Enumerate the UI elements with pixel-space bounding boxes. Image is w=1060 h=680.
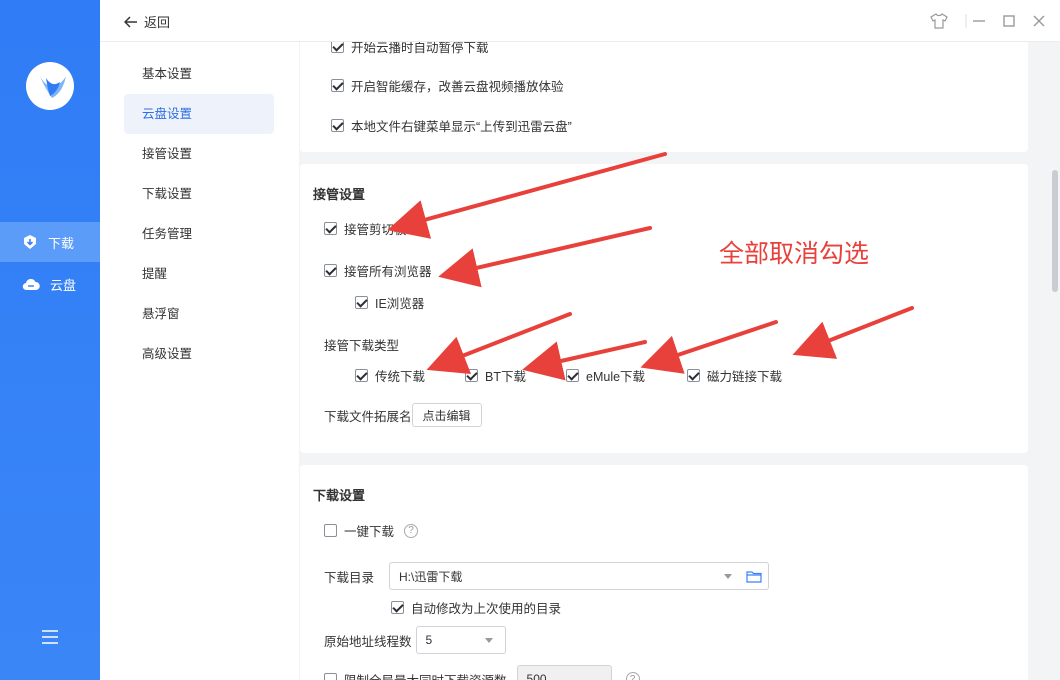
nav-item-tasks[interactable]: 任务管理 — [124, 214, 274, 254]
rail-item-label: 下载 — [48, 235, 75, 251]
annotation-text: 全部取消勾选 — [719, 239, 870, 268]
file-extension-label: 下载文件拓展名 — [324, 409, 412, 424]
checkbox[interactable] — [331, 119, 344, 132]
checkbox[interactable] — [687, 369, 700, 382]
checkbox[interactable] — [324, 222, 337, 235]
nav-item-basic[interactable]: 基本设置 — [124, 54, 274, 94]
option-type-traditional[interactable]: 传统下载 — [355, 366, 425, 385]
option-type-bt[interactable]: BT下载 — [465, 366, 526, 385]
download-dir-value: H:\迅雷下载 — [399, 569, 463, 584]
folder-icon[interactable] — [746, 570, 762, 583]
download-dir-row: 下载目录 H:\迅雷下载 — [324, 562, 770, 590]
option-label: eMule下载 — [586, 370, 646, 384]
option-ie-browser[interactable]: IE浏览器 — [355, 293, 424, 312]
nav-item-takeover[interactable]: 接管设置 — [124, 134, 274, 174]
takeover-settings-card: 接管设置 接管剪切板 接管所有浏览器 IE浏览器 接管下载类型 传统下载 BT下… — [300, 164, 1028, 453]
option-label: BT下载 — [485, 370, 526, 384]
settings-content: 开始云播时自动暂停下载 开启智能缓存，改善云盘视频播放体验 本地文件右键菜单显示… — [299, 42, 1050, 680]
checkbox[interactable] — [355, 369, 368, 382]
back-label: 返回 — [144, 15, 171, 30]
checkbox[interactable] — [391, 601, 404, 614]
menu-icon[interactable] — [41, 629, 59, 645]
help-icon[interactable]: ? — [404, 523, 419, 538]
threads-select[interactable]: 5 — [415, 626, 506, 654]
checkbox[interactable] — [324, 264, 337, 277]
nav-item-advanced[interactable]: 高级设置 — [124, 334, 274, 374]
option-label: 接管所有浏览器 — [344, 265, 432, 279]
option-all-browsers[interactable]: 接管所有浏览器 — [324, 261, 432, 280]
rail-item-label: 云盘 — [50, 277, 77, 293]
nav-item-cloud[interactable]: 云盘设置 — [124, 94, 274, 134]
download-icon — [24, 235, 36, 249]
skin-icon[interactable] — [929, 11, 949, 31]
download-dir-label: 下载目录 — [324, 570, 375, 585]
nav-item-reminder[interactable]: 提醒 — [124, 254, 274, 294]
scrollbar[interactable] — [1052, 170, 1058, 292]
left-rail: 下载 云盘 — [0, 0, 100, 680]
option-clipboard[interactable]: 接管剪切板 — [324, 219, 407, 238]
close-icon[interactable] — [1029, 11, 1049, 31]
rail-item-download[interactable]: 下载 — [0, 222, 100, 262]
option-type-magnet[interactable]: 磁力链接下载 — [687, 366, 782, 385]
nav-item-download[interactable]: 下载设置 — [124, 174, 274, 214]
file-extension-row: 下载文件拓展名 点击编辑 — [324, 403, 482, 427]
app-logo — [26, 62, 74, 110]
help-icon[interactable]: ? — [625, 672, 640, 680]
threads-label: 原始地址线程数 — [324, 634, 412, 649]
checkbox[interactable] — [331, 42, 344, 53]
option-label: 磁力链接下载 — [707, 370, 783, 384]
download-types-label: 接管下载类型 — [324, 339, 400, 353]
option-one-click[interactable]: 一键下载 ? — [324, 521, 419, 540]
checkbox[interactable] — [331, 79, 344, 92]
option-label: 限制全局最大同时下载资源数 — [344, 670, 507, 680]
checkbox[interactable] — [324, 672, 337, 680]
chevron-down-icon[interactable] — [724, 574, 733, 579]
download-dir-select[interactable]: H:\迅雷下载 — [389, 562, 770, 590]
edit-extensions-button[interactable]: 点击编辑 — [411, 403, 482, 427]
checkbox[interactable] — [355, 296, 368, 309]
option-label: 本地文件右键菜单显示“上传到迅雷云盘” — [351, 120, 572, 134]
back-button[interactable]: 返回 — [124, 12, 170, 31]
arrow-left-icon — [124, 15, 137, 28]
download-settings-card: 下载设置 一键下载 ? 下载目录 H:\迅雷下载 自动修改为上次使用的目录 原始… — [300, 465, 1028, 680]
threads-value: 5 — [425, 633, 433, 647]
checkbox[interactable] — [324, 524, 337, 537]
cloud-icon — [22, 278, 40, 291]
cloud-settings-card: 开始云播时自动暂停下载 开启智能缓存，改善云盘视频播放体验 本地文件右键菜单显示… — [300, 42, 1028, 152]
option-label: 接管剪切板 — [344, 223, 407, 237]
option-label: 开始云播时自动暂停下载 — [351, 42, 489, 55]
rail-item-cloud[interactable]: 云盘 — [0, 264, 100, 304]
chevron-down-icon[interactable] — [484, 638, 493, 643]
option-label: 开启智能缓存，改善云盘视频播放体验 — [351, 80, 564, 94]
option-pause-on-play[interactable]: 开始云播时自动暂停下载 — [331, 42, 489, 56]
option-label: 自动修改为上次使用的目录 — [411, 602, 562, 616]
nav-item-float[interactable]: 悬浮窗 — [124, 294, 274, 334]
option-limit-resources[interactable]: 限制全局最大同时下载资源数 500 ? — [324, 665, 640, 680]
limit-value: 500 — [526, 672, 547, 680]
limit-input[interactable]: 500 — [516, 665, 612, 680]
section-title: 下载设置 — [313, 488, 366, 503]
checkbox[interactable] — [566, 369, 579, 382]
checkbox[interactable] — [465, 369, 478, 382]
option-context-menu-upload[interactable]: 本地文件右键菜单显示“上传到迅雷云盘” — [331, 116, 572, 135]
section-title: 接管设置 — [313, 187, 366, 202]
threads-row: 原始地址线程数 5 — [324, 626, 506, 654]
maximize-icon[interactable] — [999, 11, 1019, 31]
option-label: 一键下载 — [344, 525, 395, 539]
option-auto-dir[interactable]: 自动修改为上次使用的目录 — [391, 598, 561, 617]
minimize-icon[interactable] — [969, 11, 989, 31]
settings-nav: 基本设置 云盘设置 接管设置 下载设置 任务管理 提醒 悬浮窗 高级设置 — [100, 42, 299, 680]
option-smart-cache[interactable]: 开启智能缓存，改善云盘视频播放体验 — [331, 76, 564, 95]
option-label: IE浏览器 — [375, 297, 425, 311]
top-bar: 返回 — [100, 0, 1060, 42]
option-type-emule[interactable]: eMule下载 — [566, 366, 645, 385]
option-label: 传统下载 — [375, 370, 426, 384]
